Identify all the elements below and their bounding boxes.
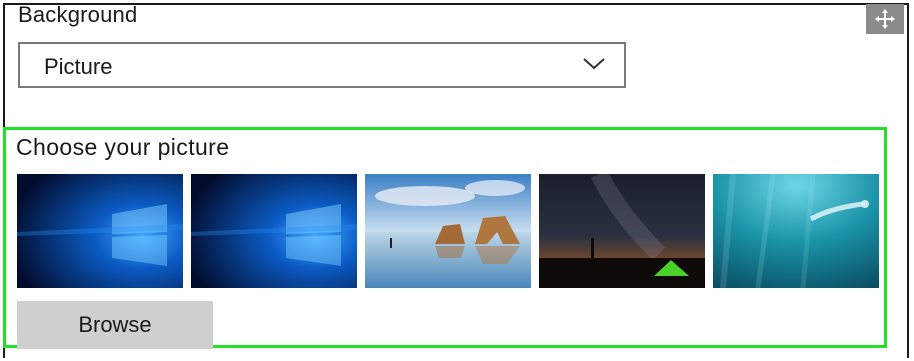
choose-picture-label: Choose your picture	[16, 134, 230, 160]
background-type-dropdown[interactable]: Picture	[18, 42, 626, 88]
chevron-down-icon	[583, 58, 605, 70]
background-heading: Background	[18, 2, 138, 27]
picture-thumbnails	[17, 174, 879, 288]
thumbnail-underwater-swimmer[interactable]	[713, 174, 879, 288]
thumbnail-windows-hero-1[interactable]	[17, 174, 183, 288]
move-icon[interactable]	[866, 4, 904, 34]
thumbnail-beach-rocks[interactable]	[365, 174, 531, 288]
dropdown-selected-value: Picture	[44, 54, 113, 79]
thumbnail-windows-hero-2[interactable]	[191, 174, 357, 288]
browse-button[interactable]: Browse	[17, 301, 213, 349]
thumbnail-night-sky-tent[interactable]	[539, 174, 705, 288]
